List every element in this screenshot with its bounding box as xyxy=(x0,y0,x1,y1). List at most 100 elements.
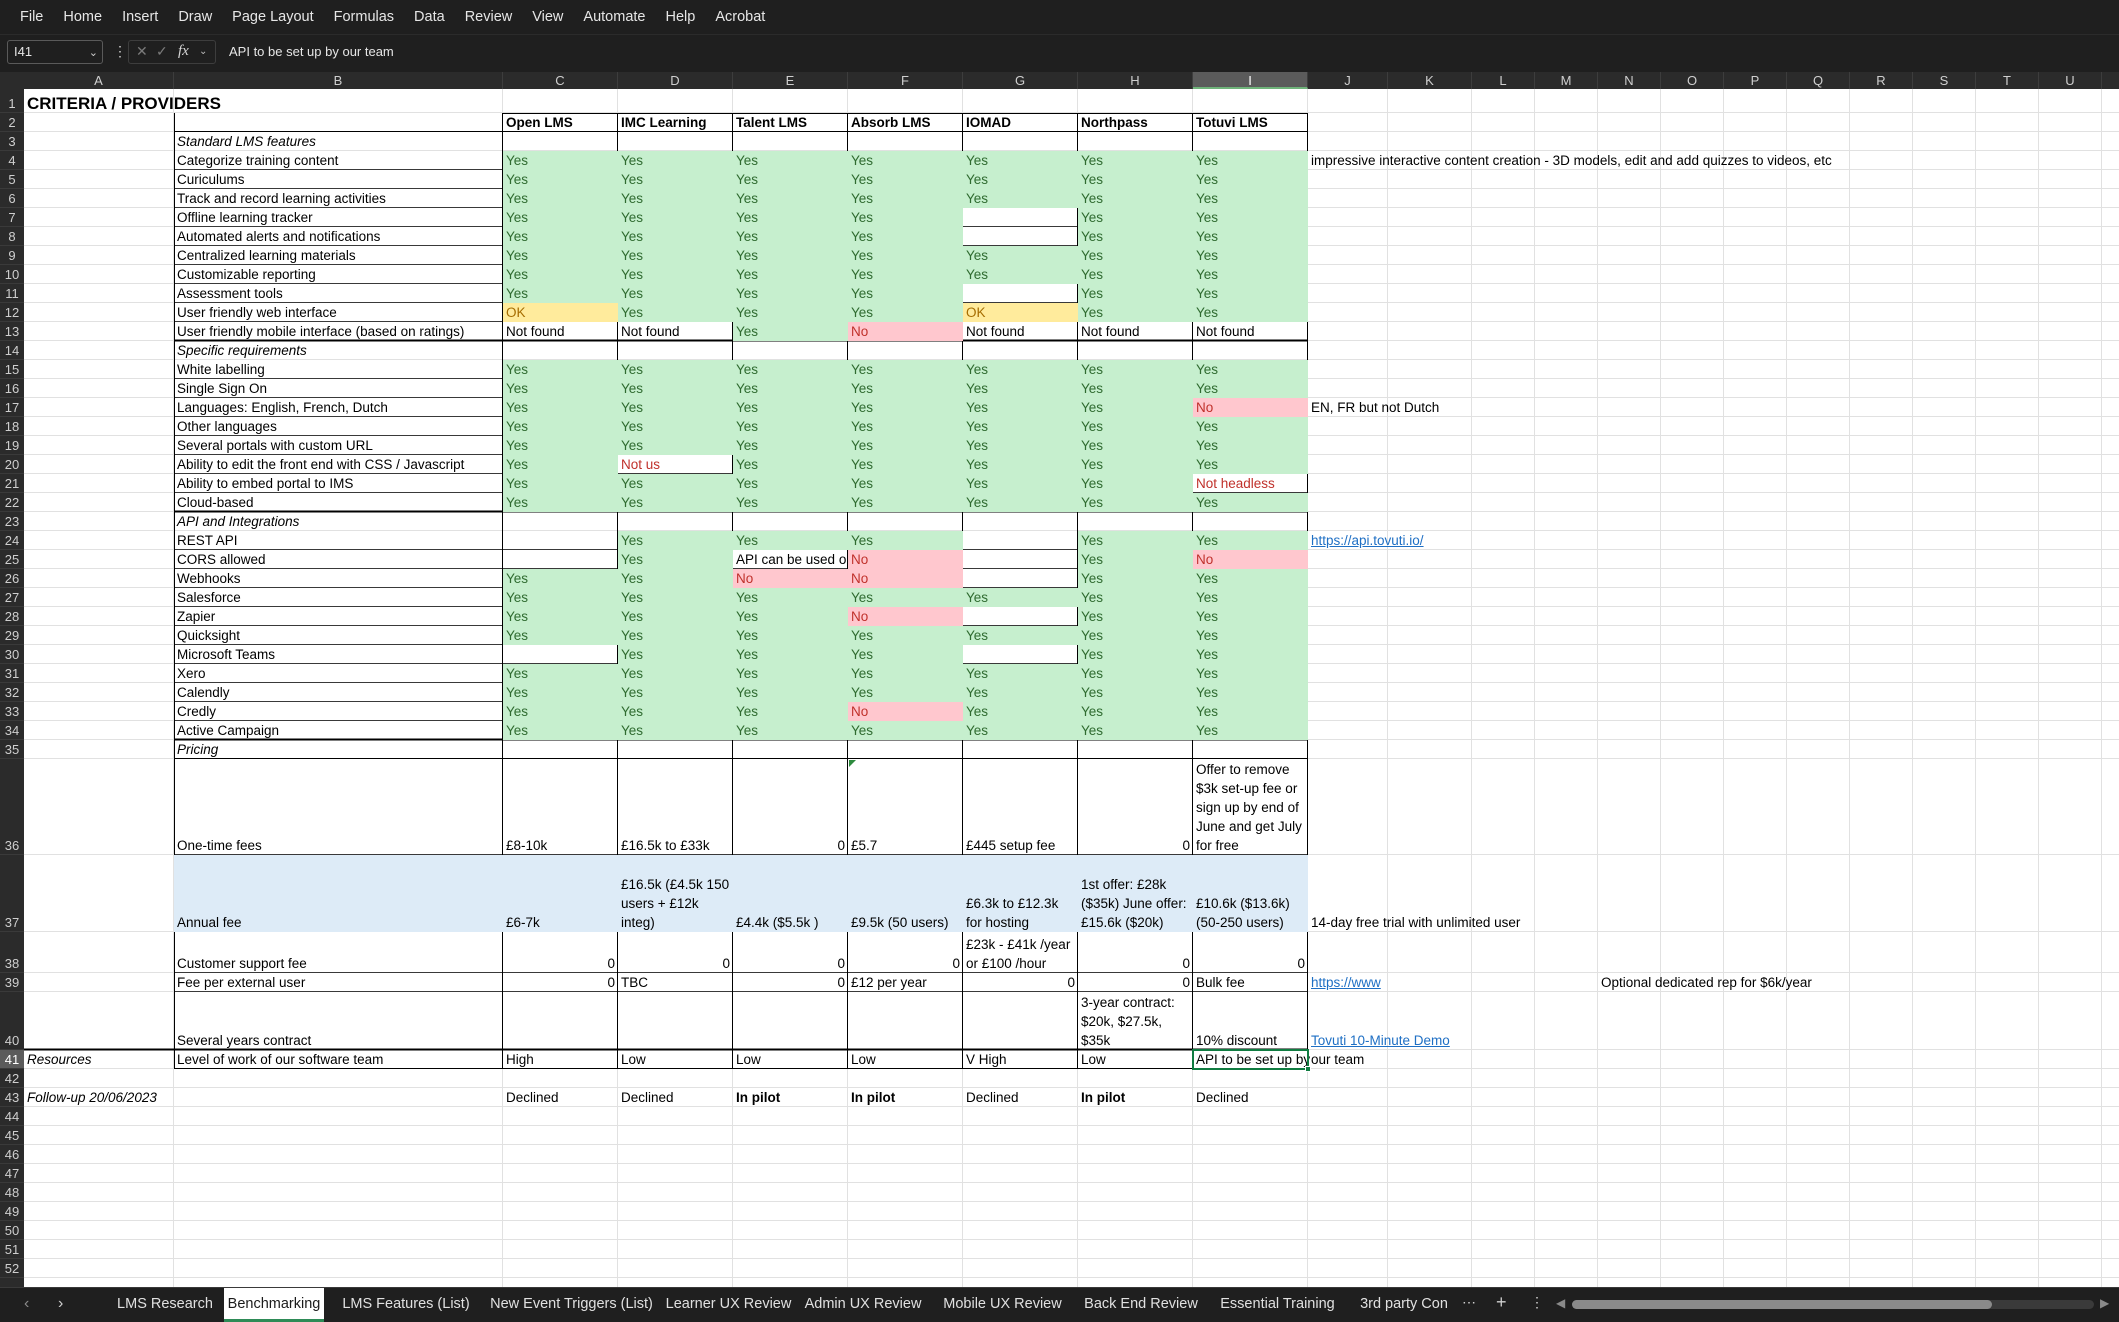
row-header[interactable]: 32 xyxy=(0,683,24,702)
status-cell[interactable]: Yes xyxy=(1193,189,1308,208)
column-header-k[interactable]: K xyxy=(1388,72,1472,89)
status-cell[interactable]: Yes xyxy=(1193,417,1308,436)
cell-b24[interactable]: REST API xyxy=(174,531,503,550)
cell-j37[interactable]: 14-day free trial with unlimited user xyxy=(1308,855,1523,932)
cell-b21[interactable]: Ability to embed portal to IMS xyxy=(174,474,503,493)
row-header[interactable]: 25 xyxy=(0,550,24,569)
cell-d36[interactable]: £16.5k to £33k xyxy=(618,759,733,855)
cell-b19[interactable]: Several portals with custom URL xyxy=(174,436,503,455)
status-cell[interactable]: Yes xyxy=(848,398,963,417)
status-cell[interactable]: Yes xyxy=(848,626,963,645)
cell-b34[interactable]: Active Campaign xyxy=(174,721,503,740)
cell-b5[interactable]: Curiculums xyxy=(174,170,503,189)
cell-d41[interactable]: Low xyxy=(618,1050,733,1069)
cell-b7[interactable]: Offline learning tracker xyxy=(174,208,503,227)
cell-b41[interactable]: Level of work of our software team xyxy=(174,1050,503,1069)
status-cell[interactable]: Yes xyxy=(1078,493,1193,512)
row-header[interactable]: 27 xyxy=(0,588,24,607)
status-cell[interactable]: No xyxy=(1193,550,1308,569)
scrollbar-thumb[interactable] xyxy=(1572,1300,1992,1309)
cell-a43[interactable]: Follow-up 20/06/2023 xyxy=(24,1088,174,1107)
row-header[interactable]: 11 xyxy=(0,284,24,303)
cell-e36[interactable]: 0 xyxy=(733,759,848,855)
status-cell[interactable]: Yes xyxy=(503,417,618,436)
cell-e37[interactable]: £4.4k ($5.5k ) xyxy=(733,855,848,932)
status-cell[interactable]: Yes xyxy=(848,493,963,512)
column-header-r[interactable]: R xyxy=(1850,72,1913,89)
row-header[interactable]: 42 xyxy=(0,1069,24,1088)
status-cell[interactable]: Yes xyxy=(733,208,848,227)
more-tabs-icon[interactable]: ⋯ xyxy=(1462,1294,1476,1311)
sheet-tab[interactable]: Mobile UX Review xyxy=(931,1288,1074,1322)
status-cell[interactable]: Yes xyxy=(1078,284,1193,303)
cell-g39[interactable]: 0 xyxy=(963,973,1078,992)
status-cell[interactable]: Yes xyxy=(848,474,963,493)
row-header[interactable]: 52 xyxy=(0,1259,24,1278)
status-cell[interactable]: Yes xyxy=(963,702,1078,721)
column-header-e[interactable]: E xyxy=(733,72,848,89)
status-cell[interactable]: Yes xyxy=(848,265,963,284)
status-cell[interactable]: Yes xyxy=(1193,645,1308,664)
row-header[interactable]: 6 xyxy=(0,189,24,208)
cell-j24[interactable]: https://api.tovuti.io/ xyxy=(1308,531,1427,550)
cell-n39[interactable]: Optional dedicated rep for $6k/year xyxy=(1598,973,1815,992)
status-cell[interactable]: Yes xyxy=(733,436,848,455)
cell-b11[interactable]: Assessment tools xyxy=(174,284,503,303)
status-cell[interactable]: Yes xyxy=(963,360,1078,379)
status-cell[interactable]: Yes xyxy=(503,227,618,246)
row-header[interactable]: 4 xyxy=(0,151,24,170)
column-header-i[interactable]: I xyxy=(1193,72,1308,89)
status-cell[interactable]: Yes xyxy=(503,683,618,702)
status-cell[interactable]: Not us xyxy=(618,455,733,474)
status-cell[interactable]: No xyxy=(848,322,963,341)
status-cell[interactable]: Yes xyxy=(848,664,963,683)
status-cell[interactable]: Yes xyxy=(848,189,963,208)
status-cell[interactable]: Yes xyxy=(618,683,733,702)
status-cell[interactable]: Yes xyxy=(1193,626,1308,645)
status-cell[interactable]: Yes xyxy=(618,493,733,512)
cell-e43[interactable]: In pilot xyxy=(733,1088,848,1107)
row-header[interactable]: 30 xyxy=(0,645,24,664)
row-header[interactable]: 17 xyxy=(0,398,24,417)
cell-i43[interactable]: Declined xyxy=(1193,1088,1308,1107)
sheet-tab[interactable]: Benchmarking xyxy=(224,1288,324,1322)
row-header[interactable]: 45 xyxy=(0,1126,24,1145)
row-header[interactable]: 39 xyxy=(0,973,24,992)
status-cell[interactable]: Yes xyxy=(618,436,733,455)
column-header-h[interactable]: H xyxy=(1078,72,1193,89)
cell-b33[interactable]: Credly xyxy=(174,702,503,721)
status-cell[interactable]: No xyxy=(848,607,963,626)
more-vertical-icon[interactable]: ⋮ xyxy=(1530,1294,1544,1311)
status-cell[interactable]: Yes xyxy=(848,683,963,702)
status-cell[interactable]: Yes xyxy=(733,151,848,170)
status-cell[interactable]: Yes xyxy=(1193,607,1308,626)
cell-b3[interactable]: Standard LMS features xyxy=(174,132,503,151)
status-cell[interactable]: Yes xyxy=(618,607,733,626)
status-cell[interactable]: Yes xyxy=(733,227,848,246)
status-cell[interactable]: Yes xyxy=(618,721,733,740)
status-cell[interactable]: Yes xyxy=(1078,303,1193,322)
menu-item-data[interactable]: Data xyxy=(404,2,455,32)
scroll-tabs-right-icon[interactable]: › xyxy=(58,1295,63,1313)
status-cell[interactable]: Yes xyxy=(503,626,618,645)
sheet-tab[interactable]: 3rd party Con xyxy=(1353,1288,1455,1322)
status-cell[interactable]: No xyxy=(733,569,848,588)
status-cell[interactable]: Yes xyxy=(963,588,1078,607)
menu-item-draw[interactable]: Draw xyxy=(168,2,222,32)
cell-d37[interactable]: £16.5k (£4.5k 150 users + £12k integ) xyxy=(618,855,733,932)
row-header[interactable]: 8 xyxy=(0,227,24,246)
status-cell[interactable]: Yes xyxy=(1078,379,1193,398)
status-cell[interactable]: Yes xyxy=(618,398,733,417)
cell-i38[interactable]: 0 xyxy=(1193,932,1308,973)
menu-item-acrobat[interactable]: Acrobat xyxy=(705,2,775,32)
cell-i2[interactable]: Totuvi LMS xyxy=(1193,113,1308,132)
status-cell[interactable]: Yes xyxy=(1078,151,1193,170)
status-cell[interactable]: Yes xyxy=(503,246,618,265)
row-header[interactable]: 35 xyxy=(0,740,24,759)
cell-g13[interactable]: Not found xyxy=(963,322,1078,341)
cell-b22[interactable]: Cloud-based xyxy=(174,493,503,512)
status-cell[interactable]: Yes xyxy=(1193,702,1308,721)
column-header-q[interactable]: Q xyxy=(1787,72,1850,89)
cell-j41[interactable]: our team xyxy=(1308,1050,1388,1069)
status-cell[interactable]: Yes xyxy=(618,189,733,208)
